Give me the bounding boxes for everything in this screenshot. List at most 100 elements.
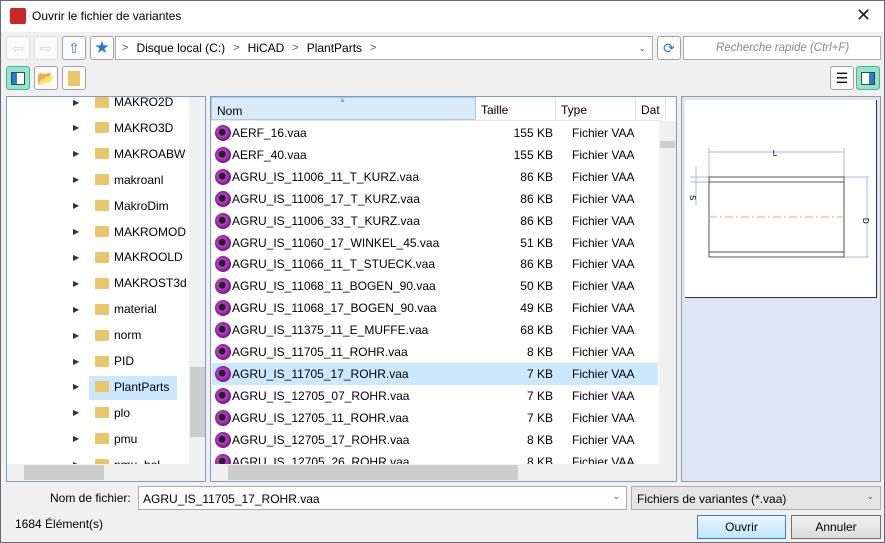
chevron-down-icon[interactable]: ⌄ — [638, 43, 646, 54]
tree-item-label: MAKROOLD — [114, 250, 183, 265]
title-bar: Ouvrir le fichier de variantes ✕ — [1, 1, 884, 32]
tree-item[interactable]: ▶ plo — [7, 402, 187, 424]
expand-arrow-icon[interactable]: ▶ — [73, 227, 79, 236]
expand-arrow-icon[interactable]: ▶ — [73, 331, 79, 340]
tree-item[interactable]: ▶ MakroDim — [7, 195, 187, 217]
search-input[interactable]: Recherche rapide (Ctrl+F) — [683, 36, 881, 60]
file-type: Fichier VAA — [572, 147, 635, 162]
tree-item[interactable]: ▶ MAKROABW — [7, 143, 187, 165]
open-button[interactable]: Ouvrir — [697, 515, 786, 539]
tree-horizontal-scrollbar[interactable] — [7, 464, 205, 481]
column-header-date[interactable]: Dat — [636, 97, 666, 120]
file-row[interactable]: AGRU_IS_12705_07_ROHR.vaa 7 KB Fichier VAA — [212, 385, 658, 407]
expand-arrow-icon[interactable]: ▶ — [73, 382, 79, 391]
expand-arrow-icon[interactable]: ▶ — [73, 123, 79, 132]
file-size: 68 KB — [520, 323, 553, 338]
file-size: 86 KB — [520, 213, 553, 228]
file-row[interactable]: AGRU_IS_11705_17_ROHR.vaa 7 KB Fichier VAA — [212, 362, 658, 385]
file-row[interactable]: AGRU_IS_12705_26_ROHR.vaa 8 KB Fichier VAA — [212, 451, 658, 464]
tree-item[interactable]: ▶ material — [7, 298, 187, 320]
tree-item[interactable]: ▶ makroanl — [7, 169, 187, 191]
toggle-preview-pane-button[interactable] — [856, 66, 880, 90]
breadcrumb-0[interactable]: Disque local (C:) — [136, 41, 225, 55]
column-header-size[interactable]: Taille — [476, 97, 556, 120]
cancel-button[interactable]: Annuler — [791, 515, 881, 539]
expand-arrow-icon[interactable]: ▶ — [73, 305, 79, 314]
tree-item[interactable]: ▶ MAKRO3D — [7, 117, 187, 139]
file-row[interactable]: AGRU_IS_11066_11_T_STUECK.vaa 86 KB Fichie… — [212, 253, 658, 275]
file-row[interactable]: AGRU_IS_11006_17_T_KURZ.vaa 86 KB Fichier … — [212, 188, 658, 210]
file-size: 8 KB — [526, 432, 553, 447]
chevron-down-icon[interactable]: ⌄ — [612, 491, 620, 502]
expand-arrow-icon[interactable]: ▶ — [73, 175, 79, 184]
chevron-down-icon: ⌄ — [866, 491, 874, 501]
new-folder-icon[interactable]: 📂 — [34, 66, 58, 90]
tree-item[interactable]: ▶ MAKROST3d — [7, 272, 187, 294]
folder-icon[interactable] — [62, 66, 86, 90]
file-row[interactable]: AGRU_IS_11006_33_T_KURZ.vaa 86 KB Fichier … — [212, 210, 658, 232]
file-name: AGRU_IS_12705_17_ROHR.vaa — [232, 432, 410, 447]
file-row[interactable]: AGRU_IS_12705_17_ROHR.vaa 8 KB Fichier VAA — [212, 429, 658, 451]
expand-arrow-icon[interactable]: ▶ — [73, 279, 79, 288]
expand-arrow-icon[interactable]: ▶ — [73, 201, 79, 210]
breadcrumb-2[interactable]: PlantParts — [307, 41, 362, 55]
file-size: 8 KB — [526, 345, 553, 359]
filename-input[interactable]: AGRU_IS_11705_17_ROHR.vaa ⌄ — [138, 486, 627, 510]
tree-item[interactable]: ▶ PID — [7, 350, 187, 372]
expand-arrow-icon[interactable]: ▶ — [73, 98, 79, 107]
tree-item[interactable]: ▶ PlantParts — [7, 375, 187, 400]
details-view-button[interactable]: ☰ — [830, 66, 854, 90]
expand-arrow-icon[interactable]: ▶ — [73, 357, 79, 366]
file-row[interactable]: AGRU_IS_11705_11_ROHR.vaa 8 KB Fichier VAA — [212, 341, 658, 363]
vaa-file-icon — [215, 256, 231, 273]
filetype-select[interactable]: Fichiers de variantes (*.vaa) ⌄ — [631, 486, 881, 510]
tree-vertical-scrollbar[interactable] — [189, 97, 205, 464]
address-bar[interactable]: > Disque local (C:) > HiCAD > PlantParts > … — [115, 36, 653, 60]
file-size: 7 KB — [526, 388, 553, 403]
file-row[interactable]: AGRU_IS_11006_11_T_KURZ.vaa 86 KB Fichier … — [212, 166, 658, 188]
refresh-button[interactable]: ⟳ — [657, 36, 681, 60]
list-vertical-scrollbar[interactable] — [659, 121, 676, 464]
file-row[interactable]: AGRU_IS_12705_11_ROHR.vaa 7 KB Fichier VAA — [212, 407, 658, 429]
file-row[interactable]: AERF_16.vaa 155 KB Fichier VAA — [212, 122, 658, 144]
folder-icon — [95, 355, 109, 367]
breadcrumb-1[interactable]: HiCAD — [248, 41, 285, 55]
file-type: Fichier VAA — [572, 432, 635, 447]
file-type: Fichier VAA — [572, 388, 635, 403]
file-size: 49 KB — [520, 301, 553, 316]
file-name: AGRU_IS_12705_11_ROHR.vaa — [232, 410, 409, 425]
up-folder-button[interactable]: ⇧ — [62, 36, 86, 60]
file-name: AGRU_IS_12705_07_ROHR.vaa — [232, 388, 410, 403]
file-row[interactable]: AERF_40.vaa 155 KB Fichier VAA — [212, 144, 658, 166]
tree-item[interactable]: ▶ MAKROMOD — [7, 221, 187, 243]
expand-arrow-icon[interactable]: ▶ — [73, 149, 79, 158]
tree-item[interactable]: ▶ norm — [7, 324, 187, 346]
file-name: AGRU_IS_11006_11_T_KURZ.vaa — [232, 169, 419, 184]
file-row[interactable]: AGRU_IS_11068_17_BOGEN_90.vaa 49 KB Fichie… — [212, 297, 658, 319]
back-button[interactable]: ⇦ — [6, 36, 30, 60]
file-size: 86 KB — [520, 169, 553, 184]
folder-icon — [95, 329, 109, 341]
vaa-file-icon — [215, 212, 231, 229]
file-name: AGRU_IS_11375_11_E_MUFFE.vaa — [232, 323, 429, 338]
forward-button[interactable]: ⇨ — [34, 36, 58, 60]
file-row[interactable]: AGRU_IS_11060_17_WINKEL_45.vaa 51 KB Fichi… — [212, 232, 658, 254]
expand-arrow-icon[interactable]: ▶ — [73, 434, 79, 443]
file-row[interactable]: AGRU_IS_11375_11_E_MUFFE.vaa 68 KB Fichier… — [212, 319, 658, 341]
app-icon — [10, 8, 26, 24]
tree-item[interactable]: ▶ pmu — [7, 428, 187, 450]
file-row[interactable]: AGRU_IS_11068_11_BOGEN_90.vaa 50 KB Fichie… — [212, 275, 658, 297]
tree-item[interactable]: ▶ MAKRO2D — [7, 97, 187, 113]
expand-arrow-icon[interactable]: ▶ — [73, 253, 79, 262]
vaa-file-icon — [215, 234, 231, 251]
file-type: Fichier VAA — [572, 169, 635, 184]
close-button[interactable]: ✕ — [856, 5, 871, 26]
toggle-tree-pane-button[interactable] — [6, 66, 30, 90]
favorites-star-icon[interactable]: ★ — [90, 36, 114, 60]
folder-icon — [95, 433, 109, 445]
list-horizontal-scrollbar[interactable] — [211, 464, 676, 481]
expand-arrow-icon[interactable]: ▶ — [73, 408, 79, 417]
tree-item[interactable]: ▶ MAKROOLD — [7, 246, 187, 268]
column-header-type[interactable]: Type — [556, 97, 636, 120]
vaa-file-icon — [215, 146, 231, 163]
